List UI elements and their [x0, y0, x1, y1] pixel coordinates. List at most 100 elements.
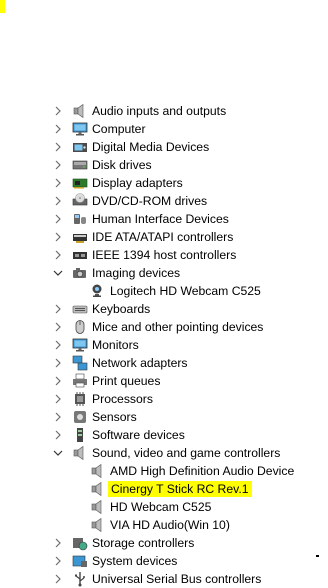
speaker-icon: [72, 103, 88, 119]
device-manager-window: Audio inputs and outputs Computer Digital …: [0, 0, 328, 588]
tree-item-label: Monitors: [92, 338, 139, 352]
monitor-icon: [72, 337, 88, 353]
tree-item-label: IDE ATA/ATAPI controllers: [92, 230, 234, 244]
tree-child-via-hd-audio-win-10[interactable]: VIA HD Audio(Win 10): [0, 516, 328, 534]
chevron-right-icon[interactable]: [52, 174, 64, 192]
tree-item-label: Sensors: [92, 410, 137, 424]
tree-item-dvd-cd-rom-drives[interactable]: DVD/CD-ROM drives: [0, 192, 328, 210]
chevron-right-icon[interactable]: [52, 210, 64, 228]
device-tree[interactable]: Audio inputs and outputs Computer Digital …: [0, 102, 328, 588]
tree-item-universal-serial-bus-controllers[interactable]: Universal Serial Bus controllers: [0, 570, 328, 588]
tree-item-label: Disk drives: [92, 158, 152, 172]
tree-item-storage-controllers[interactable]: Storage controllers: [0, 534, 328, 552]
tree-item-display-adapters[interactable]: Display adapters: [0, 174, 328, 192]
tree-item-imaging-devices[interactable]: Imaging devices: [0, 264, 328, 282]
speaker-icon: [90, 517, 106, 533]
keyboard-icon: [72, 301, 88, 317]
speaker-icon: [72, 445, 88, 461]
tree-child-logitech-hd-webcam-c525[interactable]: Logitech HD Webcam C525: [0, 282, 328, 300]
tree-item-digital-media-devices[interactable]: Digital Media Devices: [0, 138, 328, 156]
tree-child-label: VIA HD Audio(Win 10): [110, 518, 230, 532]
tree-item-human-interface-devices[interactable]: Human Interface Devices: [0, 210, 328, 228]
chevron-right-icon[interactable]: [52, 300, 64, 318]
tree-item-keyboards[interactable]: Keyboards: [0, 300, 328, 318]
system-device-icon: [72, 553, 88, 569]
speaker-icon: [90, 499, 106, 515]
tree-item-audio-inputs-and-outputs[interactable]: Audio inputs and outputs: [0, 102, 328, 120]
speaker-icon: [90, 463, 106, 479]
chevron-right-icon[interactable]: [52, 138, 64, 156]
chevron-right-icon[interactable]: [52, 156, 64, 174]
tree-item-label: Storage controllers: [92, 536, 195, 550]
chevron-right-icon[interactable]: [52, 192, 64, 210]
chevron-down-icon[interactable]: [52, 444, 64, 462]
chevron-down-icon[interactable]: [52, 264, 64, 282]
software-device-icon: [72, 427, 88, 443]
chevron-right-icon[interactable]: [52, 534, 64, 552]
tree-child-cinergy-t-stick-rc-rev-1[interactable]: Cinergy T Stick RC Rev.1: [0, 480, 328, 498]
tree-item-label: Imaging devices: [92, 266, 181, 280]
chevron-right-icon[interactable]: [52, 120, 64, 138]
chevron-right-icon[interactable]: [52, 246, 64, 264]
monitor-icon: [72, 121, 88, 137]
tree-item-label: Software devices: [92, 428, 185, 442]
tree-item-ieee-1394-host-controllers[interactable]: IEEE 1394 host controllers: [0, 246, 328, 264]
highlight-marker: [0, 0, 5, 13]
tree-item-monitors[interactable]: Monitors: [0, 336, 328, 354]
media-device-icon: [72, 139, 88, 155]
chevron-right-icon[interactable]: [52, 426, 64, 444]
tree-item-label: DVD/CD-ROM drives: [92, 194, 208, 208]
dot-marker: [316, 555, 319, 557]
tree-item-network-adapters[interactable]: Network adapters: [0, 354, 328, 372]
webcam-icon: [90, 283, 106, 299]
chevron-right-icon[interactable]: [52, 228, 64, 246]
chevron-right-icon[interactable]: [52, 408, 64, 426]
chevron-right-icon[interactable]: [52, 318, 64, 336]
tree-item-label: System devices: [92, 554, 178, 568]
hid-icon: [72, 211, 88, 227]
chevron-right-icon[interactable]: [52, 372, 64, 390]
tree-item-computer[interactable]: Computer: [0, 120, 328, 138]
mouse-icon: [72, 319, 88, 335]
tree-item-label: Mice and other pointing devices: [92, 320, 264, 334]
tree-child-hd-webcam-c525[interactable]: HD Webcam C525: [0, 498, 328, 516]
ide-controller-icon: [72, 229, 88, 245]
tree-item-label: Universal Serial Bus controllers: [92, 572, 262, 586]
tree-child-label: HD Webcam C525: [110, 500, 212, 514]
chevron-right-icon[interactable]: [52, 390, 64, 408]
printer-icon: [72, 373, 88, 389]
chevron-right-icon[interactable]: [52, 102, 64, 120]
disk-drive-icon: [72, 157, 88, 173]
ieee1394-icon: [72, 247, 88, 263]
tree-child-label: AMD High Definition Audio Device: [110, 464, 295, 478]
tree-item-label: Network adapters: [92, 356, 188, 370]
tree-item-label: Digital Media Devices: [92, 140, 210, 154]
tree-item-software-devices[interactable]: Software devices: [0, 426, 328, 444]
chevron-right-icon[interactable]: [52, 354, 64, 372]
selected-item-label: Cinergy T Stick RC Rev.1: [108, 481, 252, 497]
sensor-icon: [72, 409, 88, 425]
tree-item-sensors[interactable]: Sensors: [0, 408, 328, 426]
tree-item-label: Audio inputs and outputs: [92, 104, 227, 118]
processor-icon: [72, 391, 88, 407]
tree-item-ide-ata-atapi-controllers[interactable]: IDE ATA/ATAPI controllers: [0, 228, 328, 246]
optical-drive-icon: [72, 193, 88, 209]
tree-item-label: Human Interface Devices: [92, 212, 229, 226]
chevron-right-icon[interactable]: [52, 570, 64, 588]
tree-item-processors[interactable]: Processors: [0, 390, 328, 408]
tree-item-print-queues[interactable]: Print queues: [0, 372, 328, 390]
usb-icon: [72, 571, 88, 587]
tree-item-label: Sound, video and game controllers: [92, 446, 281, 460]
tree-item-label: Print queues: [92, 374, 161, 388]
tree-item-system-devices[interactable]: System devices: [0, 552, 328, 570]
tree-item-label: Processors: [92, 392, 153, 406]
storage-controller-icon: [72, 535, 88, 551]
tree-item-disk-drives[interactable]: Disk drives: [0, 156, 328, 174]
tree-child-label: Logitech HD Webcam C525: [110, 284, 261, 298]
chevron-right-icon[interactable]: [52, 336, 64, 354]
network-icon: [72, 355, 88, 371]
tree-item-mice-and-other-pointing-devices[interactable]: Mice and other pointing devices: [0, 318, 328, 336]
tree-child-amd-high-definition-audio-device[interactable]: AMD High Definition Audio Device: [0, 462, 328, 480]
tree-item-sound-video-and-game-controllers[interactable]: Sound, video and game controllers: [0, 444, 328, 462]
chevron-right-icon[interactable]: [52, 552, 64, 570]
